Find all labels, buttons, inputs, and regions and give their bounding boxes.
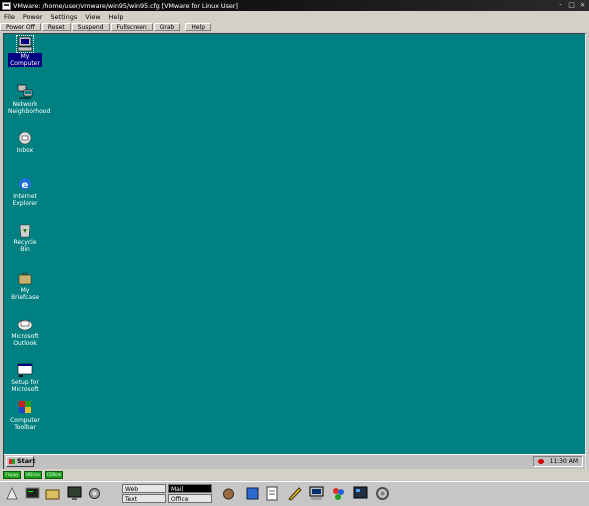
recycle-bin-icon — [17, 222, 33, 238]
desktop-icon-label: My Computer — [8, 53, 42, 67]
workspace-mail[interactable]: Mail — [168, 484, 212, 493]
desktop-icon-briefcase[interactable]: My Briefcase — [8, 270, 42, 301]
tools-icon[interactable] — [374, 485, 391, 502]
desktop-icon-label: Internet Explorer — [12, 193, 38, 207]
paint-icon[interactable] — [330, 485, 347, 502]
desktop-icon-label: My Briefcase — [11, 287, 39, 301]
windows-flag-icon — [9, 459, 15, 464]
vmware-app-icon[interactable] — [2, 1, 11, 10]
desktop-icon-label: Setup for Microsoft — [11, 379, 39, 393]
system-tray: 11:30 AM — [533, 456, 583, 467]
setup-icon — [17, 362, 33, 378]
outlook-icon — [17, 316, 33, 332]
inbox-icon — [17, 130, 33, 146]
desktop-icon-label: Microsoft Outlook — [11, 333, 39, 347]
svg-text:e: e — [22, 180, 29, 191]
desktop-icon-recycle-bin[interactable]: Recycle Bin — [8, 222, 42, 253]
computer-icon[interactable] — [308, 485, 325, 502]
foot-menu-icon[interactable] — [4, 485, 21, 502]
internet-explorer-icon: e — [17, 176, 33, 192]
toolbar: Power Off Reset Suspend Fullscreen Grab … — [0, 22, 589, 32]
briefcase-icon — [17, 270, 33, 286]
workspace-web[interactable]: Web — [122, 484, 166, 493]
desktop-icon-label: Computer Toolbar — [10, 417, 40, 431]
window-title: VMware: /home/user/vmware/win95/win95.cf… — [13, 1, 238, 10]
gnome-terminal-icon[interactable] — [24, 485, 41, 502]
volume-icon[interactable] — [538, 459, 544, 464]
desktop-icon-ie[interactable]: e Internet Explorer — [8, 176, 42, 207]
window-titlebar[interactable]: VMware: /home/user/vmware/win95/win95.cf… — [0, 0, 589, 11]
book-icon[interactable] — [244, 485, 261, 502]
file-manager-icon[interactable] — [44, 485, 61, 502]
monitor-icon[interactable] — [66, 485, 83, 502]
hdrive-led: HDrive — [24, 470, 42, 479]
clock[interactable]: 11:30 AM — [550, 458, 578, 465]
power-off-button[interactable]: Power Off — [0, 23, 41, 31]
menu-settings[interactable]: Settings — [51, 13, 78, 21]
reset-button[interactable]: Reset — [41, 23, 71, 31]
grab-button[interactable]: Grab — [153, 23, 181, 31]
screen-icon[interactable] — [352, 485, 369, 502]
desktop-icon-outlook[interactable]: Microsoft Outlook — [8, 316, 42, 347]
settings-icon[interactable] — [86, 485, 103, 502]
menu-power[interactable]: Power — [23, 13, 43, 21]
menu-file[interactable]: File — [4, 13, 15, 21]
host-panel: Web Mail Text Office — [0, 481, 589, 506]
network-neighborhood-icon — [17, 84, 33, 100]
guest-taskbar: Start 11:30 AM — [4, 454, 585, 469]
fullscreen-button[interactable]: Fullscreen — [110, 23, 153, 31]
floppy-led: Floppy — [3, 470, 21, 479]
minimize-button[interactable]: - — [556, 1, 565, 10]
notes-icon[interactable] — [264, 485, 281, 502]
workspace-text[interactable]: Text — [122, 494, 166, 503]
menu-view[interactable]: View — [85, 13, 100, 21]
close-button[interactable]: × — [578, 1, 587, 10]
suspend-button[interactable]: Suspend — [71, 23, 110, 31]
desktop-icon-label: Recycle Bin — [13, 239, 37, 253]
toolbar-icon — [17, 400, 33, 416]
editor-icon[interactable] — [286, 485, 303, 502]
desktop-icon-label: Inbox — [16, 147, 34, 154]
vmware-statusbar: Floppy HDrive CDRom — [0, 469, 589, 480]
desktop-icon-toolbar[interactable]: Computer Toolbar — [8, 400, 42, 431]
desktop-icon-setup[interactable]: Setup for Microsoft — [8, 362, 42, 393]
desktop-icon-network[interactable]: Network Neighborhood — [8, 84, 51, 115]
start-button[interactable]: Start — [6, 456, 36, 467]
start-label: Start — [17, 457, 36, 465]
gimp-icon[interactable] — [220, 485, 237, 502]
menu-help[interactable]: Help — [109, 13, 124, 21]
my-computer-icon — [16, 35, 34, 53]
guest-desktop[interactable]: My Computer Network Neighborhood Inbox e… — [3, 33, 586, 470]
help-button[interactable]: Help — [185, 23, 212, 31]
desktop-icon-inbox[interactable]: Inbox — [8, 130, 42, 154]
desktop-icon-label: Network Neighborhood — [8, 101, 51, 115]
workspace-office[interactable]: Office — [168, 494, 212, 503]
desktop-icon-my-computer[interactable]: My Computer — [8, 35, 42, 67]
cdrom-led: CDRom — [45, 470, 63, 479]
workspace-pager: Web Mail Text Office — [118, 484, 216, 504]
maximize-button[interactable]: □ — [567, 1, 576, 10]
